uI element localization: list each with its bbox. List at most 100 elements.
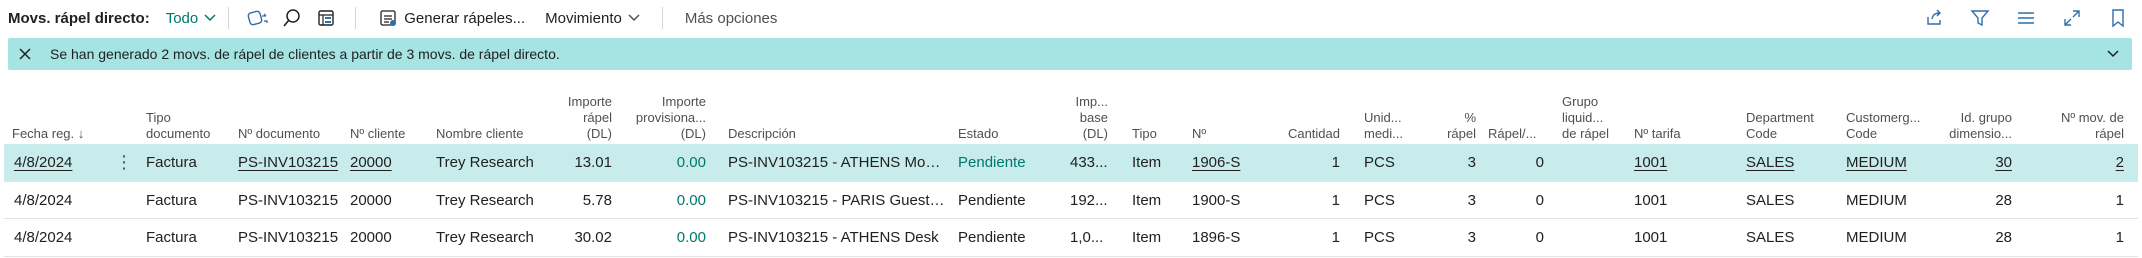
- col-header-descripcion[interactable]: Descripción: [728, 78, 828, 142]
- cell-rapel-slash: 0: [1535, 192, 1544, 209]
- cell-department-code[interactable]: SALES: [1746, 144, 1816, 181]
- cell-department-code: SALES: [1746, 229, 1795, 246]
- col-header-no[interactable]: Nº: [1192, 78, 1232, 142]
- cell-tipo: Item: [1132, 192, 1162, 209]
- col-header-tipo[interactable]: Tipo: [1132, 78, 1172, 142]
- cell-estado: Pendiente: [958, 229, 1026, 246]
- cell-unidad-medida: PCS: [1364, 229, 1395, 246]
- cell-nombre-cliente: Trey Research: [436, 154, 534, 171]
- share-page-icon[interactable]: [1914, 3, 1954, 33]
- close-icon[interactable]: [18, 47, 40, 61]
- expand-icon[interactable]: [2052, 3, 2092, 33]
- cell-n-documento[interactable]: PS-INV103215: [238, 144, 348, 181]
- cell-descripcion: PS-INV103215 - ATHENS Mobile Pedestal: [728, 154, 948, 171]
- col-header-customergroup-code[interactable]: Customerg... Code: [1846, 78, 1926, 142]
- col-header-id-grupo-dimension[interactable]: Id. grupo dimensio...: [1932, 78, 2012, 142]
- col-header-importe-rapel[interactable]: Importe rápel (DL): [552, 78, 612, 142]
- cell-unidad-medida: PCS: [1364, 192, 1395, 209]
- view-selector[interactable]: Todo: [166, 10, 217, 27]
- cell-n-documento: PS-INV103215: [238, 229, 339, 246]
- bookmark-icon[interactable]: [2098, 3, 2138, 33]
- col-header-n-mov-rapel[interactable]: Nº mov. de rápel: [2040, 78, 2124, 142]
- cell-tipo-documento: Factura: [146, 229, 197, 246]
- share-icon[interactable]: [241, 3, 275, 33]
- cell-n-documento: PS-INV103215: [238, 192, 339, 209]
- col-header-n-tarifa[interactable]: Nº tarifa: [1634, 78, 1704, 142]
- cell-nombre-cliente: Trey Research: [436, 192, 534, 209]
- cell-importe-rapel: 30.02: [574, 229, 612, 246]
- cell-tipo-documento: Factura: [146, 192, 197, 209]
- cell-customergroup-code: MEDIUM: [1846, 229, 1907, 246]
- col-header-grupo-liquidacion[interactable]: Grupo liquid... de rápel: [1562, 78, 1626, 142]
- cell-tipo: Item: [1132, 154, 1162, 171]
- col-header-n-cliente[interactable]: Nº cliente: [350, 78, 430, 142]
- cell-pct-rapel: 3: [1467, 154, 1476, 171]
- chevron-down-icon: [628, 14, 640, 22]
- cell-cantidad: 1: [1331, 192, 1340, 209]
- generate-rebates-button[interactable]: Generar rápeles...: [368, 3, 535, 33]
- col-header-estado[interactable]: Estado: [958, 78, 1038, 142]
- col-header-importe-base[interactable]: Imp... base (DL): [1060, 78, 1108, 142]
- cell-importe-provision[interactable]: 0.00: [628, 219, 706, 256]
- filter-icon[interactable]: [1960, 3, 2000, 33]
- cell-pct-rapel: 3: [1467, 229, 1476, 246]
- cell-n-mov-rapel: 1: [2115, 229, 2124, 246]
- cell-pct-rapel: 3: [1467, 192, 1476, 209]
- col-header-cantidad[interactable]: Cantidad: [1270, 78, 1340, 142]
- movement-menu[interactable]: Movimiento: [535, 3, 650, 33]
- col-header-importe-provision[interactable]: Importe provisiona... (DL): [628, 78, 706, 142]
- cell-unidad-medida: PCS: [1364, 154, 1395, 171]
- action-bar: Movs. rápel directo: Todo Generar rápele…: [0, 0, 2142, 36]
- cell-fecha[interactable]: 4/8/2024: [14, 144, 94, 181]
- list-view-icon[interactable]: [2006, 3, 2046, 33]
- col-header-nombre-cliente[interactable]: Nombre cliente: [436, 78, 536, 142]
- notification-text: Se han generado 2 movs. de rápel de clie…: [50, 46, 560, 62]
- cell-cantidad: 1: [1331, 154, 1340, 171]
- row-menu-icon[interactable]: ⋮: [114, 144, 134, 181]
- cell-fecha: 4/8/2024: [14, 192, 73, 209]
- separator: [228, 7, 230, 29]
- generate-rebates-label: Generar rápeles...: [404, 9, 526, 27]
- cell-fecha: 4/8/2024: [14, 229, 73, 246]
- col-header-pct-rapel[interactable]: % rápel: [1436, 78, 1476, 142]
- cell-id-grupo-dimension[interactable]: 30: [1932, 144, 2012, 181]
- cell-customergroup-code[interactable]: MEDIUM: [1846, 144, 1926, 181]
- cell-n-tarifa: 1001: [1634, 229, 1668, 246]
- search-icon[interactable]: [275, 3, 309, 33]
- cell-n-mov-rapel: 1: [2115, 192, 2124, 209]
- cell-n-tarifa[interactable]: 1001: [1634, 144, 1694, 181]
- cell-importe-provision[interactable]: 0.00: [628, 182, 706, 219]
- col-header-unidad-medida[interactable]: Unid... medi...: [1364, 78, 1414, 142]
- table-row[interactable]: 4/8/2024 Factura PS-INV103215 20000 Trey…: [4, 218, 2138, 257]
- table-row[interactable]: 4/8/2024 ⋮ Factura PS-INV103215 20000 Tr…: [4, 144, 2138, 181]
- col-header-tipo-documento[interactable]: Tipo documento: [146, 78, 216, 142]
- cell-importe-base: 433...: [1070, 154, 1108, 171]
- cell-n-mov-rapel[interactable]: 2: [2040, 144, 2124, 181]
- edit-list-icon[interactable]: [309, 3, 343, 33]
- cell-no: 1896-S: [1192, 229, 1241, 246]
- more-options-button[interactable]: Más opciones: [675, 10, 788, 27]
- col-header-fecha[interactable]: Fecha reg. ↓: [12, 78, 102, 142]
- cell-customergroup-code: MEDIUM: [1846, 192, 1907, 209]
- col-header-n-documento[interactable]: Nº documento: [238, 78, 338, 142]
- col-header-rapel-slash[interactable]: Rápel/...: [1488, 78, 1552, 142]
- cell-estado[interactable]: Pendiente: [958, 144, 1048, 181]
- cell-importe-provision[interactable]: 0.00: [628, 144, 706, 181]
- cell-n-cliente: 20000: [350, 229, 392, 246]
- page-title: Movs. rápel directo:: [8, 9, 150, 27]
- cell-n-cliente: 20000: [350, 192, 392, 209]
- cell-n-cliente[interactable]: 20000: [350, 144, 420, 181]
- cell-estado: Pendiente: [958, 192, 1026, 209]
- cell-importe-rapel: 13.01: [574, 154, 612, 171]
- table-row[interactable]: 4/8/2024 Factura PS-INV103215 20000 Trey…: [4, 181, 2138, 219]
- col-header-department-code[interactable]: Department Code: [1746, 78, 1826, 142]
- cell-no[interactable]: 1906-S: [1192, 144, 1262, 181]
- chevron-down-icon: [204, 14, 216, 22]
- view-label: Todo: [165, 9, 199, 27]
- cell-descripcion: PS-INV103215 - PARIS Guest Chair, black: [728, 192, 948, 209]
- cell-tipo: Item: [1132, 229, 1162, 246]
- movement-label: Movimiento: [545, 9, 622, 27]
- separator: [355, 7, 357, 29]
- chevron-down-icon[interactable]: [2106, 46, 2120, 60]
- cell-descripcion: PS-INV103215 - ATHENS Desk: [728, 229, 939, 246]
